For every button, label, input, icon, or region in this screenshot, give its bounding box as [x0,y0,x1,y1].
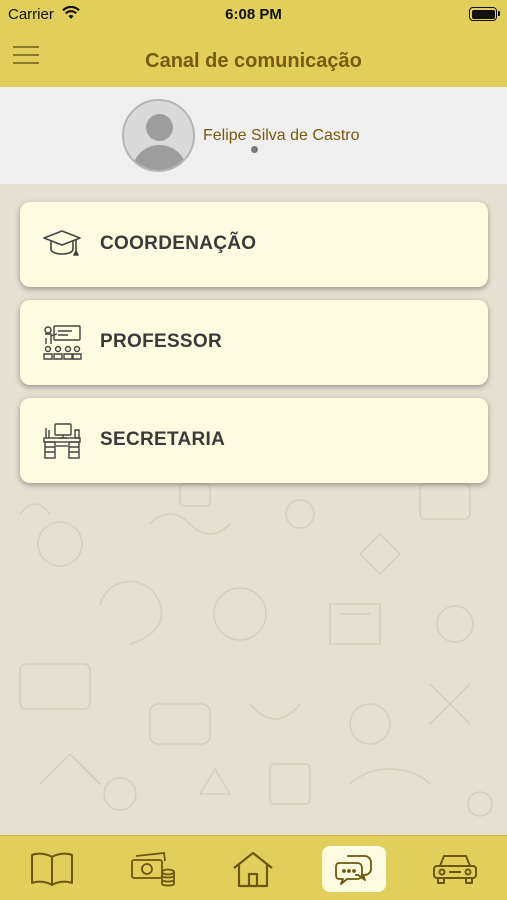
tab-book[interactable] [20,846,84,892]
menu-item-secretaria[interactable]: SECRETARIA [20,398,488,483]
menu-item-coordenacao[interactable]: COORDENAÇÃO [20,202,488,287]
tab-money[interactable] [121,846,185,892]
clock: 6:08 PM [225,6,282,23]
tab-bar [0,835,507,900]
profile-name: Felipe Silva de Castro [203,127,360,144]
menu-item-label: SECRETARIA [100,429,226,450]
tab-chat[interactable] [322,846,386,892]
tab-home[interactable] [221,846,285,892]
battery-icon [469,7,500,21]
graduation-cap-icon [42,226,82,264]
profile-header: Felipe Silva de Castro [0,87,507,184]
avatar[interactable] [122,99,195,172]
nav-bar: Canal de comunicação [0,30,507,87]
desk-icon [42,422,82,460]
menu-item-label: PROFESSOR [100,331,222,352]
teacher-class-icon [42,324,82,362]
status-dot [251,146,258,153]
page-title: Canal de comunicação [145,50,362,72]
menu-item-professor[interactable]: PROFESSOR [20,300,488,385]
tab-car[interactable] [423,846,487,892]
menu-item-label: COORDENAÇÃO [100,233,257,254]
status-bar: Carrier 6:08 PM [0,0,507,30]
